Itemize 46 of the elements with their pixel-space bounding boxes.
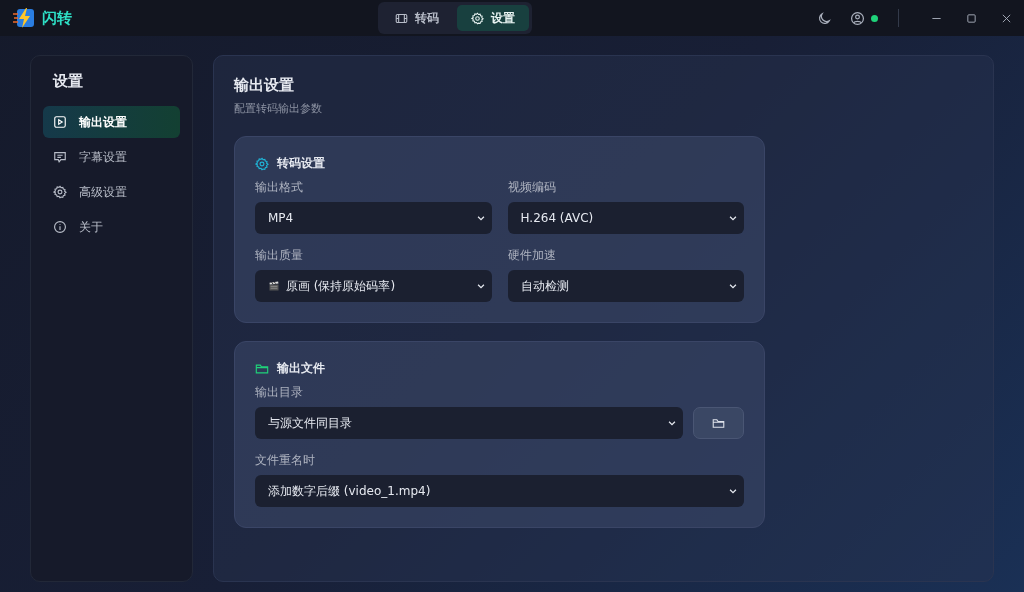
field-label: 输出质量 [255,248,304,263]
sidebar-item[interactable]: 关于 [43,211,180,243]
select-dropdown[interactable]: MP4 [255,202,492,234]
chevron-down-icon [475,213,486,223]
message-icon [53,150,67,164]
video-file-icon [53,115,67,129]
app-name: 闪转 [42,8,72,28]
clapperboard-icon [268,280,280,292]
browse-folder-button[interactable] [693,407,744,439]
maximize-icon[interactable] [966,12,977,24]
sidebar-item[interactable]: 输出设置 [43,106,180,138]
nav-tab[interactable]: 设置 [457,5,529,31]
moon-icon[interactable] [817,10,832,26]
chevron-down-icon [667,418,677,428]
folder-icon [712,416,725,430]
select-dropdown[interactable]: 添加数字后缀 (video_1.mp4) [255,475,744,507]
folder-icon [255,361,269,376]
info-icon [53,220,67,234]
sidebar-item[interactable]: 高级设置 [43,176,180,208]
field-label: 硬件加速 [507,248,557,263]
settings-icon [471,11,484,25]
settings-icon [255,156,269,171]
field-label: 输出格式 [255,180,304,195]
chevron-down-icon [728,213,738,223]
close-icon[interactable] [1001,12,1012,24]
settings-icon [53,185,67,199]
field-label: 输出目录 [255,385,304,400]
field-label: 视频编码 [507,180,557,195]
select-dropdown[interactable]: 与源文件同目录 [255,407,683,439]
page-title: 输出设置 [234,76,295,95]
chevron-down-icon [728,281,738,291]
select-dropdown[interactable]: 原画 (保持原始码率) [255,270,492,302]
sidebar-title: 设置 [51,71,84,92]
page-subtitle: 配置转码输出参数 [234,101,323,116]
card-title: 转码设置 [277,155,325,172]
film-icon [395,11,408,25]
sidebar-item[interactable]: 字幕设置 [43,141,180,173]
card-title: 输出文件 [277,360,325,377]
chevron-down-icon [475,281,486,291]
select-dropdown[interactable]: 自动检测 [507,270,744,302]
lightning-logo-icon [12,6,36,30]
select-dropdown[interactable]: H.264 (AVC) [507,202,744,234]
field-label: 文件重名时 [255,453,316,468]
nav-tab[interactable]: 转码 [381,5,453,31]
user-icon[interactable] [850,10,865,26]
chevron-down-icon [728,486,738,496]
